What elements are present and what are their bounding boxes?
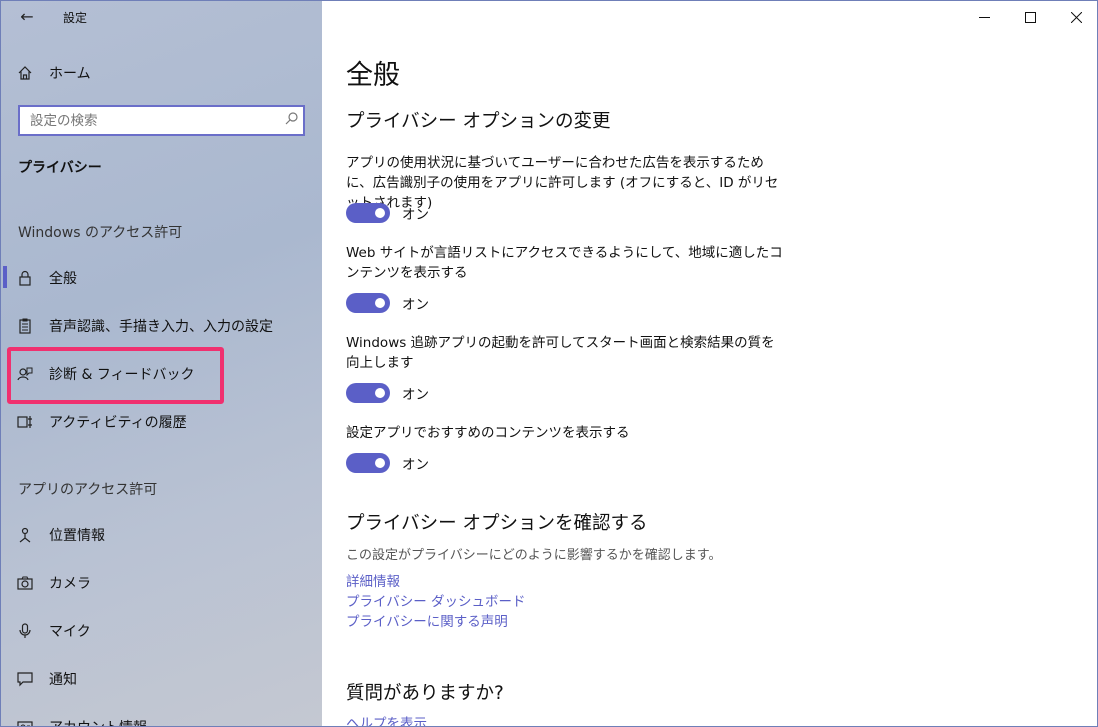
window-title: 設定 xyxy=(63,11,88,25)
location-person-icon xyxy=(1,527,49,543)
microphone-icon xyxy=(1,623,49,639)
toggle-switch[interactable] xyxy=(346,453,390,473)
toggle-state-label: オン xyxy=(402,387,429,403)
close-icon xyxy=(1070,11,1082,23)
minimize-button[interactable] xyxy=(961,1,1007,33)
minimize-icon xyxy=(978,16,990,18)
toggle-state-label: オン xyxy=(402,297,429,313)
link-privacy-statement[interactable]: プライバシーに関する声明 xyxy=(346,610,508,630)
sidebar-item-notifications[interactable]: 通知 xyxy=(1,659,322,699)
window-controls xyxy=(961,1,1097,33)
sidebar: ← 設定 ホーム プライバシー Windows のアクセス許可 全般 xyxy=(1,1,322,726)
toggle-row-suggested[interactable]: オン xyxy=(346,453,429,473)
options-heading: プライバシー オプションの変更 xyxy=(346,111,611,132)
sidebar-item-label: 音声認識、手描き入力、入力の設定 xyxy=(49,319,273,335)
clipboard-icon xyxy=(1,318,49,334)
main-content: 全般 プライバシー オプションの変更 アプリの使用状況に基づいてユーザーに合わせ… xyxy=(322,1,1097,726)
sidebar-item-microphone[interactable]: マイク xyxy=(1,611,322,651)
search-box[interactable] xyxy=(18,105,305,136)
group-header-apps: アプリのアクセス許可 xyxy=(18,482,158,498)
sidebar-item-activity[interactable]: アクティビティの履歴 xyxy=(1,402,322,442)
settings-window: ← 設定 ホーム プライバシー Windows のアクセス許可 全般 xyxy=(0,0,1098,727)
notification-icon xyxy=(1,671,49,687)
search-icon[interactable] xyxy=(279,112,303,129)
link-privacy-dashboard[interactable]: プライバシー ダッシュボード xyxy=(346,590,526,610)
toggle-switch[interactable] xyxy=(346,293,390,313)
toggle-row-tracking[interactable]: オン xyxy=(346,383,429,403)
back-button[interactable]: ← xyxy=(13,5,41,29)
sidebar-item-label: アクティビティの履歴 xyxy=(49,415,187,431)
toggle-row-ads[interactable]: オン xyxy=(346,203,429,223)
review-description: この設定がプライバシーにどのように影響するかを確認します。 xyxy=(346,548,722,563)
toggle-state-label: オン xyxy=(402,207,429,223)
highlight-annotation xyxy=(7,347,224,404)
sidebar-item-camera[interactable]: カメラ xyxy=(1,563,322,603)
link-more-info[interactable]: 詳細情報 xyxy=(346,570,400,590)
nav-home-label: ホーム xyxy=(49,66,91,82)
sidebar-item-label: マイク xyxy=(49,624,91,640)
link-get-help[interactable]: ヘルプを表示 xyxy=(346,712,427,726)
option-description: Web サイトが言語リストにアクセスできるようにして、地域に適したコンテンツを表… xyxy=(346,245,783,281)
toggle-state-label: オン xyxy=(402,457,429,473)
sidebar-item-location[interactable]: 位置情報 xyxy=(1,515,322,555)
sidebar-item-label: 通知 xyxy=(49,672,77,688)
section-title: プライバシー xyxy=(18,160,102,176)
sidebar-item-speech[interactable]: 音声認識、手描き入力、入力の設定 xyxy=(1,306,322,346)
account-icon xyxy=(1,719,49,726)
option-description: 設定アプリでおすすめのコンテンツを表示する xyxy=(346,425,630,441)
sidebar-item-label: カメラ xyxy=(49,576,91,592)
sidebar-item-label: 位置情報 xyxy=(49,528,105,544)
group-header-windows: Windows のアクセス許可 xyxy=(18,225,183,241)
toggle-row-language[interactable]: オン xyxy=(346,293,429,313)
timeline-icon xyxy=(1,414,49,430)
search-input[interactable] xyxy=(30,112,279,129)
camera-icon xyxy=(1,576,49,590)
question-heading: 質問がありますか? xyxy=(346,683,504,704)
close-button[interactable] xyxy=(1053,1,1097,33)
review-heading: プライバシー オプションを確認する xyxy=(346,513,648,534)
back-arrow-icon: ← xyxy=(20,7,34,26)
title-bar: ← 設定 xyxy=(1,1,322,33)
maximize-button[interactable] xyxy=(1007,1,1053,33)
maximize-icon xyxy=(1024,11,1036,23)
home-icon xyxy=(1,65,49,81)
sidebar-item-general[interactable]: 全般 xyxy=(1,258,322,298)
sidebar-item-label: 全般 xyxy=(49,271,77,287)
lock-icon xyxy=(1,270,49,286)
toggle-switch[interactable] xyxy=(346,383,390,403)
toggle-switch[interactable] xyxy=(346,203,390,223)
page-title: 全般 xyxy=(346,60,400,91)
nav-home[interactable]: ホーム xyxy=(1,53,322,93)
sidebar-item-label: アカウント情報 xyxy=(49,717,147,726)
sidebar-item-account[interactable]: アカウント情報 xyxy=(1,707,322,726)
option-description: Windows 追跡アプリの起動を許可してスタート画面と検索結果の質を向上します xyxy=(346,335,775,371)
